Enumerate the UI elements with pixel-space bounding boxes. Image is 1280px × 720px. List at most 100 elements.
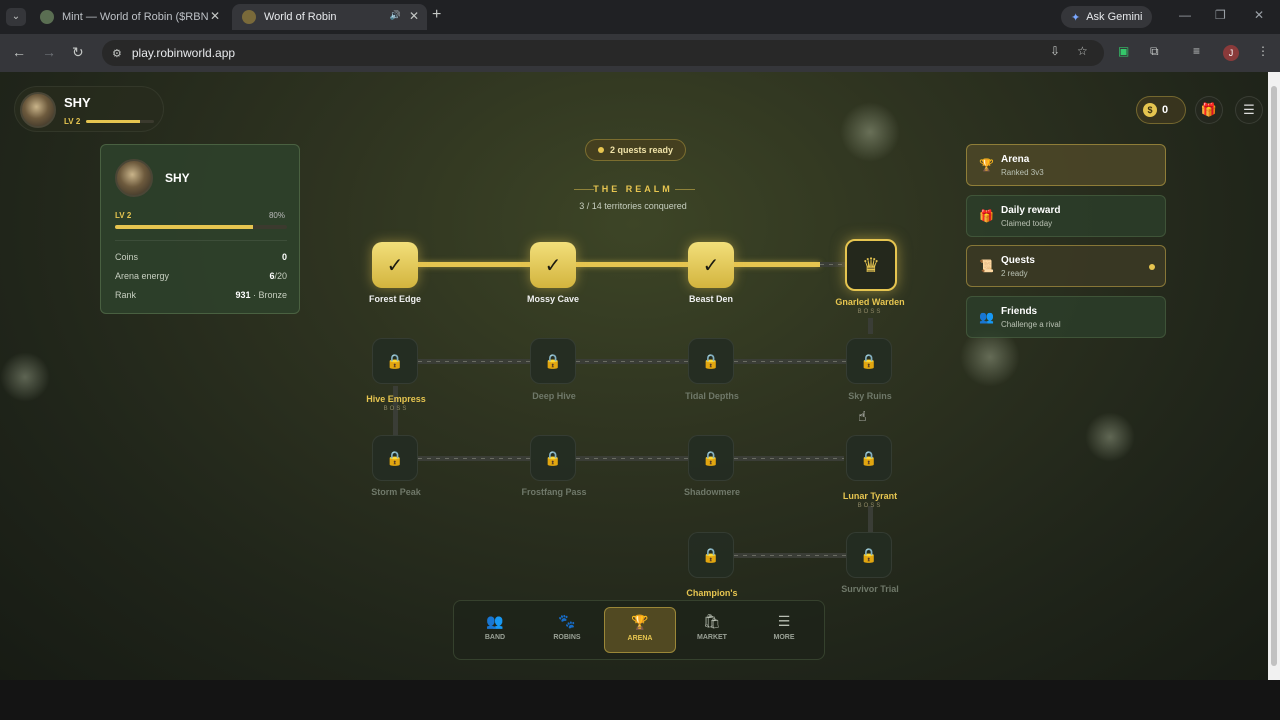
menu-subtitle: 2 ready [1001,269,1028,278]
back-icon[interactable]: ← [12,44,26,60]
bookmark-star-icon[interactable]: ☆ [1077,44,1088,58]
node-hive-empress[interactable]: 🔒 [372,338,418,384]
crown-icon: ♛ [862,254,880,277]
coin-count: 0 [1162,104,1169,116]
extension-green-icon[interactable]: ▣ [1118,44,1129,58]
gemini-icon: ✦ [1071,11,1081,24]
road-locked [734,359,846,364]
road-completed [418,262,530,267]
boss-tag: BOSS [857,503,883,509]
road-locked [418,456,530,461]
friends-icon: 👥 [979,310,994,324]
boss-tag: BOSS [383,406,409,412]
window-close-icon[interactable]: ✕ [1254,8,1264,22]
lock-icon: 🔒 [702,546,720,563]
node-frostfang-pass[interactable]: 🔒 [530,435,576,481]
nav-market[interactable]: 🛍 MARKET [681,607,743,653]
road-completed [576,262,688,267]
node-tidal-depths[interactable]: 🔒 [688,338,734,384]
address-bar[interactable]: ⚙ play.robinworld.app [102,40,1104,66]
tab-audio-icon[interactable]: 🔊 [390,10,401,21]
menu-subtitle: Ranked 3v3 [1001,168,1044,177]
menu-daily-reward[interactable]: 🎁 Daily reward Claimed today [966,195,1166,237]
check-icon: ✓ [702,254,720,277]
node-label: Lunar Tyrant [842,491,898,501]
trophy-icon: 🏆 [979,158,994,172]
install-app-icon[interactable]: ⇩ [1050,44,1060,58]
node-beast-den[interactable]: ✓ [688,242,734,288]
nav-band[interactable]: 👥 BAND [464,607,526,653]
menu-subtitle: Claimed today [1001,219,1053,228]
forward-icon[interactable]: → [42,44,56,60]
nav-more[interactable]: ☰ MORE [753,607,815,653]
media-controls-icon[interactable]: ≡ [1193,44,1200,58]
nav-label: ROBINS [553,634,581,641]
road-locked [576,359,688,364]
road-locked [734,456,844,461]
nav-label: MARKET [697,634,727,641]
menu-title: Arena [1001,154,1030,165]
node-mossy-cave[interactable]: ✓ [530,242,576,288]
menu-friends[interactable]: 👥 Friends Challenge a rival [966,296,1166,338]
gift-icon[interactable]: 🎁 [1195,96,1223,124]
tab-mint[interactable]: Mint — World of Robin ($RBN ✕ [30,4,228,30]
ask-gemini-button[interactable]: ✦ Ask Gemini [1061,6,1153,28]
lock-icon: 🔒 [702,352,720,369]
new-tab-button[interactable]: + [432,6,441,24]
node-label: Beast Den [688,294,733,304]
node-label: Champion's [686,588,738,598]
profile-avatar[interactable]: J [1223,45,1239,61]
reload-icon[interactable]: ↻ [72,44,84,61]
node-lunar-tyrant[interactable]: 🔒 [846,435,892,481]
tab-world-of-robin[interactable]: World of Robin 🔊 ✕ [232,4,427,30]
lock-icon: 🔒 [386,352,404,369]
minimize-icon[interactable]: — [1179,8,1191,22]
menu-title: Daily reward [1001,205,1061,216]
lock-icon: 🔒 [544,449,562,466]
scroll-icon: 📜 [979,259,994,273]
nav-robins[interactable]: 🐾 ROBINS [536,607,598,653]
nav-label: ARENA [627,635,653,642]
nav-arena[interactable]: 🏆 ARENA [604,607,676,653]
node-gnarled-warden[interactable]: ♛ [845,239,897,291]
road-locked [418,359,530,364]
menu-arena[interactable]: 🏆 Arena Ranked 3v3 [966,144,1166,186]
tab-title: Mint — World of Robin ($RBN [62,11,209,23]
browser-menu-icon[interactable]: ⋮ [1257,44,1269,58]
coin-balance[interactable]: $ 0 [1136,96,1186,124]
robins-icon: 🐾 [558,613,576,629]
scrollbar-thumb[interactable] [1271,86,1277,666]
extensions-puzzle-icon[interactable]: ⧉ [1150,44,1159,59]
hand-cursor-icon: ☝ [858,408,867,424]
node-shadowmere[interactable]: 🔒 [688,435,734,481]
ask-gemini-label: Ask Gemini [1086,11,1143,23]
node-deep-hive[interactable]: 🔒 [530,338,576,384]
node-storm-peak[interactable]: 🔒 [372,435,418,481]
tab-list-button[interactable]: ⌄ [6,8,26,26]
node-sky-ruins[interactable]: 🔒 [846,338,892,384]
node-label: Storm Peak [371,487,421,497]
check-icon: ✓ [544,254,562,277]
restore-icon[interactable]: ❐ [1215,8,1226,22]
lock-icon: 🔒 [544,352,562,369]
node-label: Forest Edge [368,294,421,304]
menu-icon[interactable]: ☰ [1235,96,1263,124]
band-icon: 👥 [486,613,504,629]
node-survivor-trial[interactable]: 🔒 [846,532,892,578]
tab-close-icon[interactable]: ✕ [210,9,220,23]
node-champions[interactable]: 🔒 [688,532,734,578]
site-info-icon[interactable]: ⚙ [112,47,122,60]
url-text: play.robinworld.app [131,46,236,60]
trophy-icon: 🏆 [631,614,649,630]
lock-icon: 🔒 [702,449,720,466]
menu-quests[interactable]: 📜 Quests 2 ready [966,245,1166,287]
coin-icon: $ [1143,103,1157,117]
node-forest-edge[interactable]: ✓ [372,242,418,288]
lock-icon: 🔒 [860,546,878,563]
page-scrollbar[interactable] [1268,72,1280,680]
road-locked [868,506,873,532]
node-label: Gnarled Warden [835,297,905,307]
menu-subtitle: Challenge a rival [1001,320,1061,329]
tab-close-icon[interactable]: ✕ [409,9,419,23]
node-label: Sky Ruins [848,391,892,401]
